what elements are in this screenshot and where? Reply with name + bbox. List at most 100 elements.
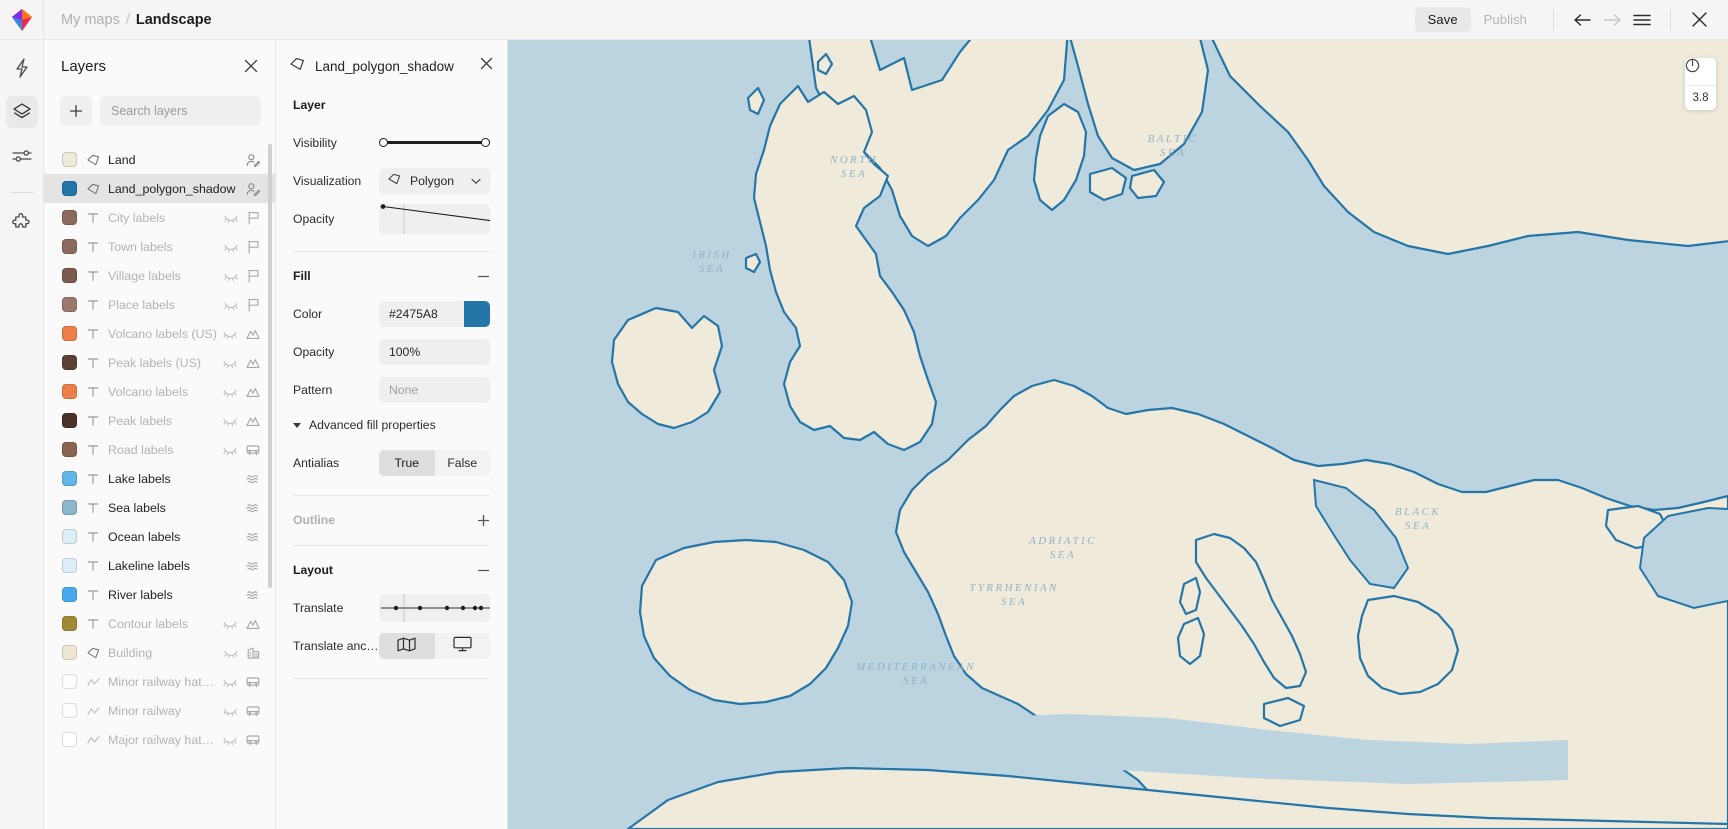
text-type-icon[interactable] — [87, 241, 99, 253]
advanced-fill-properties-toggle[interactable]: Advanced fill properties — [293, 418, 490, 432]
line-type-icon[interactable] — [86, 676, 100, 688]
breadcrumb-root[interactable]: My maps — [61, 12, 120, 28]
visibility-slider-knob-min[interactable] — [379, 138, 388, 147]
eye-off-icon[interactable] — [223, 619, 237, 629]
visualization-select[interactable]: Polygon — [379, 167, 490, 194]
water-icon[interactable] — [246, 531, 260, 543]
layer-row[interactable]: Volcano labels (US) — [44, 319, 276, 348]
search-layers-box[interactable] — [100, 96, 261, 126]
fill-pattern-field[interactable]: None — [379, 376, 490, 403]
layer-color-swatch[interactable] — [62, 413, 77, 428]
hamburger-menu-button[interactable] — [1627, 5, 1657, 35]
polygon-type-icon[interactable] — [86, 647, 100, 659]
text-type-icon[interactable] — [87, 560, 99, 572]
antialias-option-true[interactable]: True — [379, 449, 435, 476]
eye-off-icon[interactable] — [224, 213, 238, 223]
fill-color-field[interactable]: #2475A8 — [379, 300, 490, 327]
translate-anchor-segmented-control[interactable] — [379, 632, 490, 659]
mountain-icon[interactable] — [246, 415, 260, 427]
text-type-icon[interactable] — [87, 531, 99, 543]
eye-off-icon[interactable] — [223, 329, 237, 339]
layer-row[interactable]: Peak labels (US) — [44, 348, 276, 377]
layer-color-swatch[interactable] — [62, 384, 77, 399]
road-icon[interactable] — [246, 734, 260, 746]
layer-row[interactable]: Lake labels — [44, 464, 276, 493]
layer-color-swatch[interactable] — [62, 268, 77, 283]
layer-row[interactable]: Road labels — [44, 435, 276, 464]
close-editor-button[interactable] — [1684, 5, 1714, 35]
layer-row[interactable]: Contour labels — [44, 609, 276, 638]
eye-off-icon[interactable] — [224, 300, 238, 310]
line-type-icon[interactable] — [86, 734, 100, 746]
map-canvas[interactable]: 3.8 NORTH SEA BALTIC SEA IRISH SEA ADRIATIC SEA… — [508, 40, 1728, 829]
flag-icon[interactable] — [247, 240, 260, 254]
layer-color-swatch[interactable] — [62, 326, 77, 341]
minus-icon[interactable] — [477, 564, 490, 577]
translate-anchor-option-viewport[interactable] — [434, 632, 490, 659]
polygon-type-icon[interactable] — [86, 154, 100, 166]
text-type-icon[interactable] — [87, 589, 99, 601]
layer-row[interactable]: Lakeline labels — [44, 551, 276, 580]
visibility-slider[interactable] — [379, 130, 490, 156]
flag-icon[interactable] — [247, 298, 260, 312]
layer-color-swatch[interactable] — [62, 181, 77, 196]
fill-color-swatch[interactable] — [464, 300, 490, 327]
rail-item-sliders[interactable] — [6, 140, 38, 172]
layer-row[interactable]: City labels — [44, 203, 276, 232]
translate-anchor-option-map[interactable] — [379, 632, 435, 659]
layers-scrollbar[interactable] — [268, 144, 272, 588]
flag-icon[interactable] — [247, 269, 260, 283]
building-icon[interactable] — [247, 646, 260, 659]
eye-off-icon[interactable] — [223, 358, 237, 368]
antialias-option-false[interactable]: False — [434, 449, 490, 476]
map-zoom-badge[interactable]: 3.8 — [1685, 58, 1716, 110]
layers-panel-close-icon[interactable] — [241, 56, 261, 76]
layer-row[interactable]: Land_polygon_shadow — [44, 174, 276, 203]
layer-color-swatch[interactable] — [62, 645, 77, 660]
rail-item-layers[interactable] — [5, 96, 38, 128]
fill-color-value[interactable]: #2475A8 — [389, 307, 464, 321]
eye-off-icon[interactable] — [223, 677, 237, 687]
eye-off-icon[interactable] — [223, 416, 237, 426]
layer-row[interactable]: Village labels — [44, 261, 276, 290]
layer-color-swatch[interactable] — [62, 529, 77, 544]
eye-off-icon[interactable] — [223, 387, 237, 397]
eye-off-icon[interactable] — [224, 648, 238, 658]
layer-color-swatch[interactable] — [62, 152, 77, 167]
eye-off-icon[interactable] — [223, 445, 237, 455]
water-icon[interactable] — [246, 473, 260, 485]
layer-row[interactable]: Volcano labels — [44, 377, 276, 406]
layer-color-swatch[interactable] — [62, 355, 77, 370]
layer-color-swatch[interactable] — [62, 471, 77, 486]
add-layer-button[interactable] — [60, 96, 92, 126]
text-type-icon[interactable] — [87, 386, 99, 398]
road-icon[interactable] — [246, 444, 260, 456]
layer-row[interactable]: Sea labels — [44, 493, 276, 522]
layer-row[interactable]: Building — [44, 638, 276, 667]
line-type-icon[interactable] — [86, 705, 100, 717]
mountain-icon[interactable] — [246, 386, 260, 398]
chevron-down-icon[interactable] — [471, 172, 481, 190]
mountain-icon[interactable] — [246, 328, 260, 340]
layer-row[interactable]: Ocean labels — [44, 522, 276, 551]
layer-row[interactable]: Land — [44, 145, 276, 174]
eye-off-icon[interactable] — [223, 706, 237, 716]
fill-opacity-field[interactable]: 100% — [379, 338, 490, 365]
mountain-icon[interactable] — [246, 357, 260, 369]
layer-color-swatch[interactable] — [62, 210, 77, 225]
search-layers-input[interactable] — [111, 104, 250, 118]
back-button[interactable] — [1567, 5, 1597, 35]
publish-button[interactable]: Publish — [1471, 7, 1540, 32]
layer-color-swatch[interactable] — [62, 239, 77, 254]
polygon-type-icon[interactable] — [86, 183, 100, 195]
rail-item-plugins[interactable] — [6, 207, 38, 239]
layer-color-swatch[interactable] — [62, 674, 77, 689]
properties-close-icon[interactable] — [480, 57, 493, 75]
person-edit-icon[interactable] — [246, 182, 260, 196]
forward-button[interactable] — [1597, 5, 1627, 35]
water-icon[interactable] — [246, 502, 260, 514]
text-type-icon[interactable] — [87, 415, 99, 427]
layer-row[interactable]: Peak labels — [44, 406, 276, 435]
road-icon[interactable] — [246, 705, 260, 717]
text-type-icon[interactable] — [87, 328, 99, 340]
